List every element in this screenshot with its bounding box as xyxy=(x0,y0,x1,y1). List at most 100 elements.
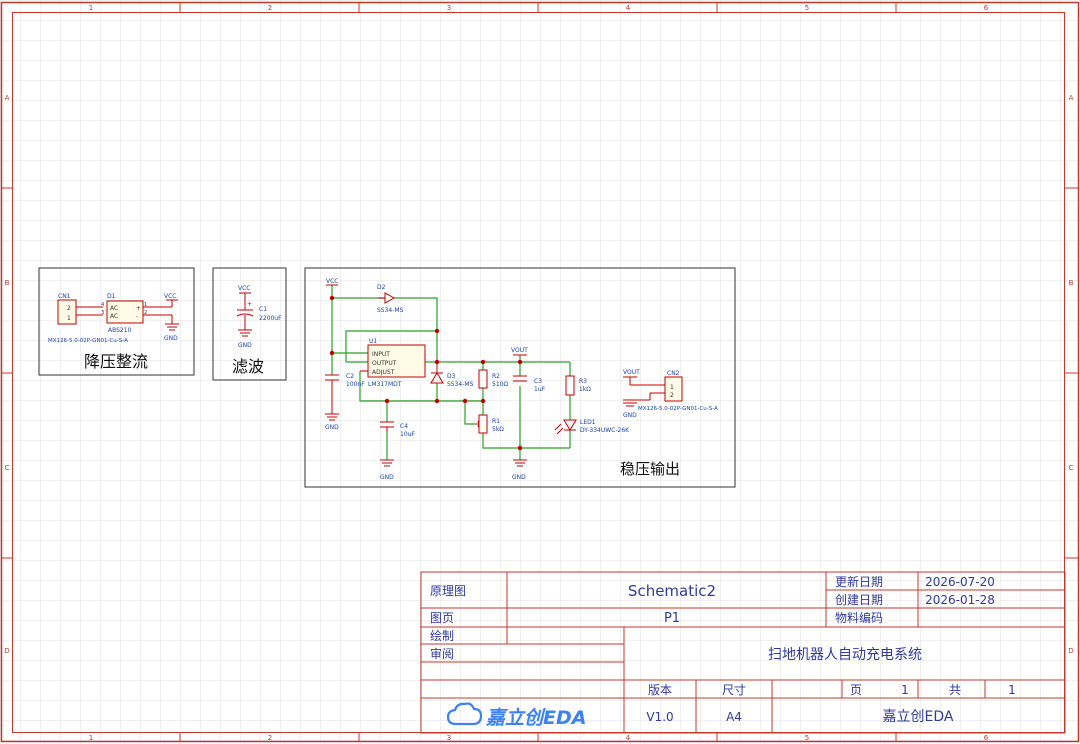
rectifier-title: 降压整流 xyxy=(84,352,148,371)
gnd-label: GND xyxy=(380,474,394,481)
d1-pin: 3 xyxy=(101,310,104,316)
gnd-label: GND xyxy=(238,342,252,349)
u1-pin: INPUT xyxy=(372,351,390,358)
cn1-pin: 2 xyxy=(67,305,71,312)
row-label: B xyxy=(1069,279,1074,287)
vcc-label: VCC xyxy=(238,285,250,292)
d1-pin: 4 xyxy=(101,302,104,308)
d1-part: ABS210 xyxy=(108,327,132,334)
col-label: 5 xyxy=(805,4,809,12)
c1-value: 2200uF xyxy=(259,315,282,322)
c3-ref: C3 xyxy=(534,378,542,385)
cn2-pin: 1 xyxy=(670,384,674,391)
c4-ref: C4 xyxy=(400,423,408,430)
row-label: C xyxy=(1069,464,1074,472)
total-label: 共 xyxy=(949,683,961,697)
r1-ref: R1 xyxy=(492,418,500,425)
u1-ref: U1 xyxy=(369,338,377,345)
cn2-pin: 2 xyxy=(670,392,674,399)
c3-value: 1uF xyxy=(534,386,546,393)
col-label: 1 xyxy=(89,734,93,742)
r1-value: 5kΩ xyxy=(492,426,504,433)
col-label: 1 xyxy=(89,4,93,12)
page-label: 图页 xyxy=(430,611,454,625)
col-label: 2 xyxy=(268,4,272,12)
logo-text: 嘉立创EDA xyxy=(485,707,586,729)
d1-ac-label: AC xyxy=(110,305,118,312)
gnd-label: GND xyxy=(512,474,526,481)
created-label: 创建日期 xyxy=(835,593,883,607)
cn2-ref: CN2 xyxy=(667,370,680,377)
row-label: D xyxy=(1068,647,1073,655)
led1-ref: LED1 xyxy=(580,419,596,426)
material-label: 物料编码 xyxy=(835,610,883,625)
c2-ref: C2 xyxy=(346,373,354,380)
r2-ref: R2 xyxy=(492,373,500,380)
created-value: 2026-01-28 xyxy=(925,593,995,607)
filter-title: 滤波 xyxy=(232,357,264,376)
gnd-label: GND xyxy=(623,412,637,419)
d2-part: SS34-MS xyxy=(377,307,404,314)
col-label: 5 xyxy=(805,734,809,742)
cn1-part: MX126-5.0-02P-GN01-Cu-S-A xyxy=(48,338,128,344)
c1-plus: + xyxy=(247,301,252,308)
size-value: A4 xyxy=(726,710,742,724)
d3-part: SS34-MS xyxy=(447,381,474,388)
version-value: V1.0 xyxy=(646,710,673,724)
schematic-sheet: 1 2 3 4 5 6 1 2 3 4 5 6 A B C D A B C D … xyxy=(0,0,1080,744)
schematic-name: Schematic2 xyxy=(628,582,716,600)
u1-pin: ADJUST xyxy=(372,369,395,376)
d1-ref: D1 xyxy=(107,293,116,300)
led1-part: DY-334UWC-26K xyxy=(580,427,630,434)
vcc-label: VCC xyxy=(164,293,176,300)
version-label: 版本 xyxy=(648,683,672,697)
page-num-label: 页 xyxy=(850,683,862,697)
cn1-ref: CN1 xyxy=(58,293,71,300)
col-label: 6 xyxy=(984,4,989,12)
gnd-label: GND xyxy=(325,424,339,431)
col-label: 4 xyxy=(626,4,631,12)
page-value: P1 xyxy=(664,611,680,626)
type-label: 原理图 xyxy=(430,584,466,598)
cn2-part: MX126-5.0-02P-GN01-Cu-S-A xyxy=(638,406,718,412)
col-label: 2 xyxy=(268,734,272,742)
row-label: C xyxy=(5,464,10,472)
c1-ref: C1 xyxy=(259,306,267,313)
project-name: 扫地机器人自动充电系统 xyxy=(768,647,922,663)
c2-value: 100nF xyxy=(346,381,365,388)
company-name: 嘉立创EDA xyxy=(883,709,954,725)
review-label: 审阅 xyxy=(430,646,454,661)
c4-value: 10uF xyxy=(400,431,415,438)
updated-label: 更新日期 xyxy=(835,574,883,589)
vout-label: VOUT xyxy=(623,369,640,376)
gnd-label: GND xyxy=(164,335,178,342)
row-label: A xyxy=(5,94,10,102)
drawn-label: 绘制 xyxy=(430,628,454,643)
row-label: D xyxy=(4,647,9,655)
page-num-value: 1 xyxy=(901,683,909,697)
u1-pin: OUTPUT xyxy=(372,360,397,367)
col-label: 6 xyxy=(984,734,989,742)
d1-plus: + xyxy=(136,305,141,312)
cn1-pin: 1 xyxy=(67,315,71,322)
d3-ref: D3 xyxy=(447,373,456,380)
d1-minus: - xyxy=(136,313,138,320)
col-label: 3 xyxy=(447,734,451,742)
total-value: 1 xyxy=(1008,683,1016,697)
u1-part: LM317MDT xyxy=(368,381,402,388)
row-label: A xyxy=(1069,94,1074,102)
grid-background xyxy=(0,0,1080,744)
row-label: B xyxy=(5,279,10,287)
vcc-label: VCC xyxy=(326,278,338,285)
d2-ref: D2 xyxy=(377,284,386,291)
col-label: 3 xyxy=(447,4,451,12)
updated-value: 2026-07-20 xyxy=(925,575,995,589)
regulator-title: 稳压输出 xyxy=(620,460,680,478)
col-label: 4 xyxy=(626,734,631,742)
r2-value: 510Ω xyxy=(492,381,508,388)
d1-ac-label: AC xyxy=(110,313,118,320)
size-label: 尺寸 xyxy=(722,683,746,697)
r3-ref: R3 xyxy=(579,378,587,385)
r3-value: 1kΩ xyxy=(579,386,591,393)
vout-label: VOUT xyxy=(511,347,528,354)
